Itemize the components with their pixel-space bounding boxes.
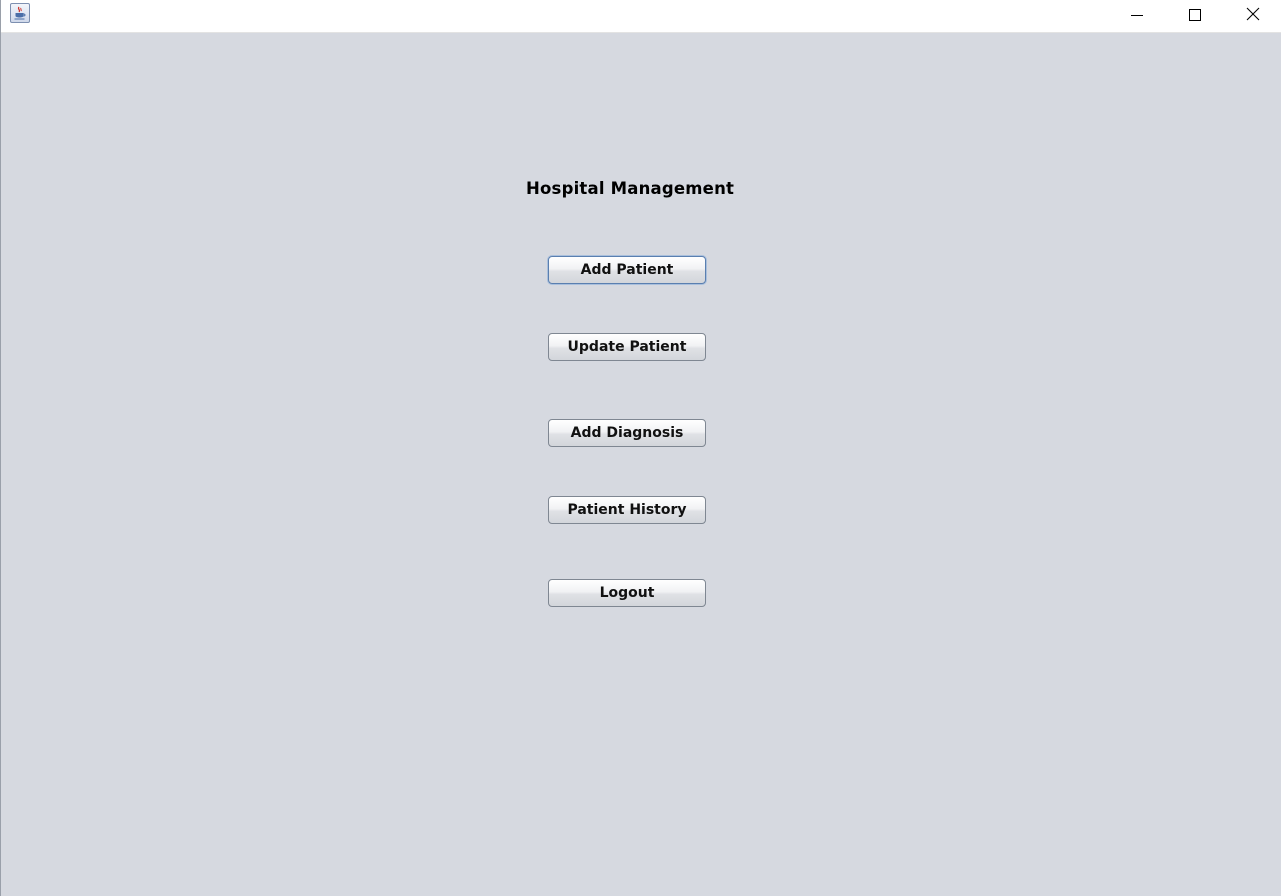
patient-history-button[interactable]: Patient History	[548, 496, 706, 524]
close-button[interactable]	[1224, 0, 1281, 30]
update-patient-button-label: Update Patient	[567, 339, 687, 355]
close-icon	[1246, 6, 1260, 25]
java-cup-icon[interactable]	[10, 3, 30, 23]
minimize-button[interactable]	[1108, 0, 1166, 30]
app-window: Hospital Management Add Patient Update P…	[0, 0, 1281, 896]
add-diagnosis-button[interactable]: Add Diagnosis	[548, 419, 706, 447]
main-panel: Hospital Management Add Patient Update P…	[1, 33, 1281, 896]
maximize-icon	[1189, 6, 1201, 25]
maximize-button[interactable]	[1166, 0, 1224, 30]
minimize-icon	[1131, 6, 1143, 25]
logout-button[interactable]: Logout	[548, 579, 706, 607]
logout-button-label: Logout	[599, 585, 655, 601]
patient-history-button-label: Patient History	[567, 502, 687, 518]
title-bar[interactable]	[1, 0, 1281, 33]
add-diagnosis-button-label: Add Diagnosis	[570, 425, 684, 441]
add-patient-button-label: Add Patient	[580, 262, 674, 278]
page-title: Hospital Management	[526, 179, 735, 198]
add-patient-button[interactable]: Add Patient	[548, 256, 706, 284]
update-patient-button[interactable]: Update Patient	[548, 333, 706, 361]
